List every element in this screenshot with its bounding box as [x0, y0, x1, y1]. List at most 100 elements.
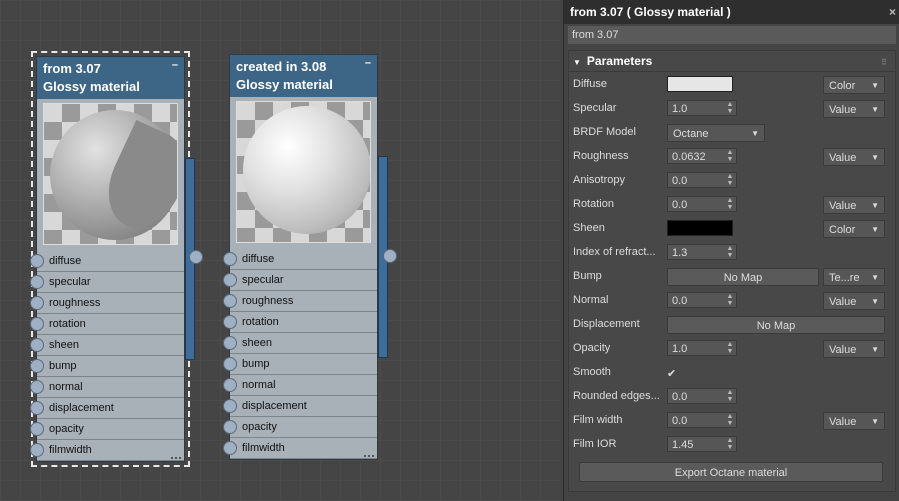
brdf-model-dropdown[interactable]: Octane ▼	[667, 124, 765, 142]
opacity-type-dropdown[interactable]: Value ▼	[823, 340, 885, 358]
port-dot-icon[interactable]	[223, 315, 237, 329]
port-dot-icon[interactable]	[30, 401, 44, 415]
resize-grip-icon[interactable]	[364, 449, 374, 457]
spinner-arrows-icon[interactable]: ▲ ▼	[725, 149, 735, 163]
port-dot-icon[interactable]	[223, 252, 237, 266]
port-dot-icon[interactable]	[30, 380, 44, 394]
node-header[interactable]: from 3.07 Glossy material –	[37, 57, 184, 99]
opacity-spinner[interactable]: 1.0 ▲ ▼	[667, 340, 737, 356]
spinner-arrows-icon[interactable]: ▲ ▼	[725, 293, 735, 307]
spinner-arrows-icon[interactable]: ▲ ▼	[725, 389, 735, 403]
node-from-3-07[interactable]: from 3.07 Glossy material – diffuse spec…	[30, 51, 190, 467]
port-dot-icon[interactable]	[30, 317, 44, 331]
node-created-in-3-08[interactable]: created in 3.08 Glossy material – diffus…	[223, 54, 378, 460]
port-dot-icon[interactable]	[30, 275, 44, 289]
diffuse-color-swatch[interactable]	[667, 76, 733, 92]
rollout-header[interactable]: ▼ Parameters ⠿	[569, 51, 895, 72]
port-sheen[interactable]: sheen	[223, 333, 377, 354]
dropdown-arrow-icon: ▼	[871, 201, 879, 210]
spinner-arrows-icon[interactable]: ▲ ▼	[725, 413, 735, 427]
port-displacement[interactable]: displacement	[223, 396, 377, 417]
spinner-arrows-icon[interactable]: ▲ ▼	[725, 437, 735, 451]
resize-grip-icon[interactable]	[171, 451, 181, 459]
spinner-arrows-icon[interactable]: ▲ ▼	[725, 341, 735, 355]
smooth-checkbox[interactable]: ✔	[667, 367, 676, 380]
film-ior-spinner[interactable]: 1.45 ▲ ▼	[667, 436, 737, 452]
rotation-spinner[interactable]: 0.0 ▲ ▼	[667, 196, 737, 212]
rotation-type-dropdown[interactable]: Value ▼	[823, 196, 885, 214]
port-dot-icon[interactable]	[30, 296, 44, 310]
port-filmwidth[interactable]: filmwidth	[30, 440, 184, 461]
port-opacity[interactable]: opacity	[223, 417, 377, 438]
node-header[interactable]: created in 3.08 Glossy material –	[230, 55, 377, 97]
material-preview	[236, 101, 371, 243]
port-dot-icon[interactable]	[223, 399, 237, 413]
bump-type-dropdown[interactable]: Te...re ▼	[823, 268, 885, 286]
port-specular[interactable]: specular	[223, 270, 377, 291]
dropdown-arrow-icon: ▼	[871, 297, 879, 306]
film-width-spinner[interactable]: 0.0 ▲ ▼	[667, 412, 737, 428]
port-dot-icon[interactable]	[223, 420, 237, 434]
output-port-icon[interactable]	[383, 249, 397, 263]
port-dot-icon[interactable]	[223, 273, 237, 287]
normal-type-dropdown[interactable]: Value ▼	[823, 292, 885, 310]
param-label: Rotation	[573, 198, 614, 210]
port-filmwidth[interactable]: filmwidth	[223, 438, 377, 459]
specular-type-dropdown[interactable]: Value ▼	[823, 100, 885, 118]
port-diffuse[interactable]: diffuse	[223, 249, 377, 270]
port-dot-icon[interactable]	[223, 357, 237, 371]
rounded-edges-spinner[interactable]: 0.0 ▲ ▼	[667, 388, 737, 404]
export-octane-material-button[interactable]: Export Octane material	[579, 462, 883, 482]
spinner-arrows-icon[interactable]: ▲ ▼	[725, 197, 735, 211]
port-bump[interactable]: bump	[30, 356, 184, 377]
port-roughness[interactable]: roughness	[30, 293, 184, 314]
film-width-type-dropdown[interactable]: Value ▼	[823, 412, 885, 430]
panel-title-bar[interactable]: from 3.07 ( Glossy material ) ×	[564, 0, 899, 24]
material-name-field[interactable]: from 3.07	[568, 26, 896, 44]
port-normal[interactable]: normal	[223, 375, 377, 396]
port-specular[interactable]: specular	[30, 272, 184, 293]
port-bump[interactable]: bump	[223, 354, 377, 375]
normal-spinner[interactable]: 0.0 ▲ ▼	[667, 292, 737, 308]
anisotropy-spinner[interactable]: 0.0 ▲ ▼	[667, 172, 737, 188]
roughness-spinner[interactable]: 0.0632 ▲ ▼	[667, 148, 737, 164]
port-sheen[interactable]: sheen	[30, 335, 184, 356]
port-dot-icon[interactable]	[30, 359, 44, 373]
close-icon[interactable]: ×	[889, 0, 896, 24]
port-rotation[interactable]: rotation	[223, 312, 377, 333]
port-opacity[interactable]: opacity	[30, 419, 184, 440]
output-port-icon[interactable]	[189, 250, 203, 264]
port-dot-icon[interactable]	[30, 338, 44, 352]
port-dot-icon[interactable]	[30, 422, 44, 436]
spinner-arrows-icon[interactable]: ▲ ▼	[725, 101, 735, 115]
port-diffuse[interactable]: diffuse	[30, 251, 184, 272]
export-row: Export Octane material	[569, 459, 895, 483]
port-displacement[interactable]: displacement	[30, 398, 184, 419]
rollout-grip-icon[interactable]: ⠿	[881, 53, 887, 73]
port-dot-icon[interactable]	[223, 336, 237, 350]
port-rotation[interactable]: rotation	[30, 314, 184, 335]
displacement-map-button[interactable]: No Map	[667, 316, 885, 334]
port-dot-icon[interactable]	[30, 254, 44, 268]
port-dot-icon[interactable]	[30, 443, 44, 457]
param-label: Roughness	[573, 150, 629, 162]
ior-spinner[interactable]: 1.3 ▲ ▼	[667, 244, 737, 260]
port-normal[interactable]: normal	[30, 377, 184, 398]
spinner-arrows-icon[interactable]: ▲ ▼	[725, 173, 735, 187]
sheen-type-dropdown[interactable]: Color ▼	[823, 220, 885, 238]
spinner-arrows-icon[interactable]: ▲ ▼	[725, 245, 735, 259]
diffuse-type-dropdown[interactable]: Color ▼	[823, 76, 885, 94]
specular-spinner[interactable]: 1.0 ▲ ▼	[667, 100, 737, 116]
collapse-triangle-icon[interactable]: ▼	[573, 58, 581, 67]
port-dot-icon[interactable]	[223, 294, 237, 308]
minimize-icon[interactable]: –	[365, 58, 371, 69]
port-dot-icon[interactable]	[223, 378, 237, 392]
sheen-color-swatch[interactable]	[667, 220, 733, 236]
roughness-type-dropdown[interactable]: Value ▼	[823, 148, 885, 166]
node-editor-canvas[interactable]: from 3.07 Glossy material – diffuse spec…	[0, 0, 560, 501]
port-dot-icon[interactable]	[223, 441, 237, 455]
port-roughness[interactable]: roughness	[223, 291, 377, 312]
dropdown-arrow-icon: ▼	[871, 105, 879, 114]
bump-map-button[interactable]: No Map	[667, 268, 819, 286]
minimize-icon[interactable]: –	[172, 60, 178, 71]
